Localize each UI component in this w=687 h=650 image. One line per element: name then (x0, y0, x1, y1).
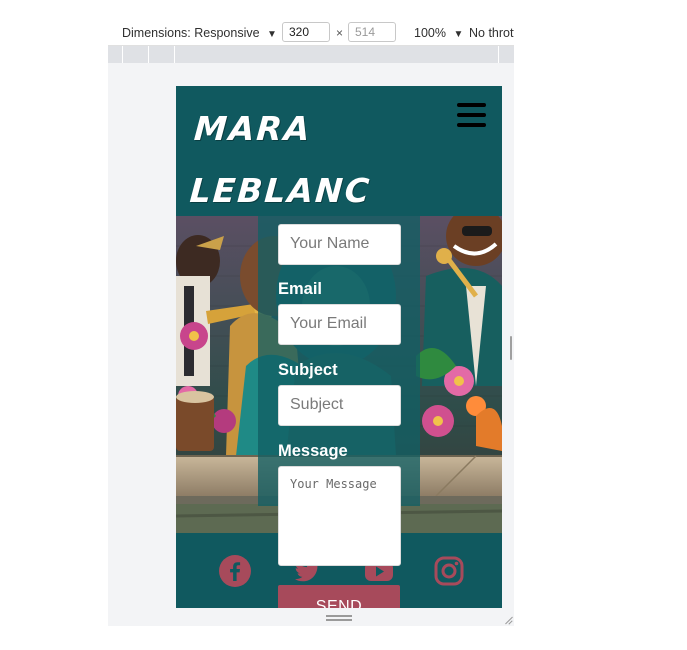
logo-line-1: MARA (192, 109, 313, 148)
throttle-dropdown[interactable]: No throttling (469, 26, 514, 40)
chevron-down-icon: ▼ (453, 29, 464, 40)
emulated-viewport: MARA LEBLANC Your Name Email Your Email … (176, 86, 502, 608)
media-query-ruler[interactable] (108, 46, 514, 63)
ruler-divider (122, 46, 123, 63)
email-input[interactable]: Your Email (278, 304, 401, 345)
email-label: Email (278, 280, 323, 298)
facebook-icon[interactable] (219, 555, 251, 587)
viewport-height-input[interactable]: 514 (348, 22, 396, 42)
logo-line-2: LEBLANC (188, 171, 373, 210)
hamburger-menu-icon[interactable] (457, 103, 486, 127)
bottom-resize-handle[interactable] (326, 615, 352, 621)
message-textarea[interactable]: Your Message (278, 466, 401, 566)
instagram-icon[interactable] (433, 555, 465, 587)
zoom-label: 100% (414, 26, 446, 40)
corner-resize-handle[interactable] (505, 616, 513, 624)
ruler-divider (174, 46, 175, 63)
ruler-divider (148, 46, 149, 63)
site-logo[interactable]: MARA LEBLANC (188, 98, 378, 222)
subject-label: Subject (278, 361, 338, 379)
name-input[interactable]: Your Name (278, 224, 401, 265)
send-button[interactable]: SEND (278, 585, 400, 608)
dimensions-dropdown[interactable]: Dimensions: Responsive ▼ (122, 26, 277, 40)
message-label: Message (278, 442, 348, 460)
devtools-device-toolbar: Dimensions: Responsive ▼ 320 × 514 100% … (108, 22, 514, 46)
chevron-down-icon: ▼ (267, 29, 277, 40)
dimensions-label: Dimensions: Responsive (122, 26, 260, 40)
ruler-divider (498, 46, 499, 63)
subject-input[interactable]: Subject (278, 385, 401, 426)
contact-form: Your Name Email Your Email Subject Subje… (258, 216, 420, 566)
dimension-separator: × (336, 26, 344, 40)
site-header: MARA LEBLANC (176, 86, 502, 216)
zoom-dropdown[interactable]: 100% ▼ (414, 26, 463, 40)
right-resize-handle[interactable] (510, 336, 512, 360)
viewport-width-input[interactable]: 320 (282, 22, 330, 42)
